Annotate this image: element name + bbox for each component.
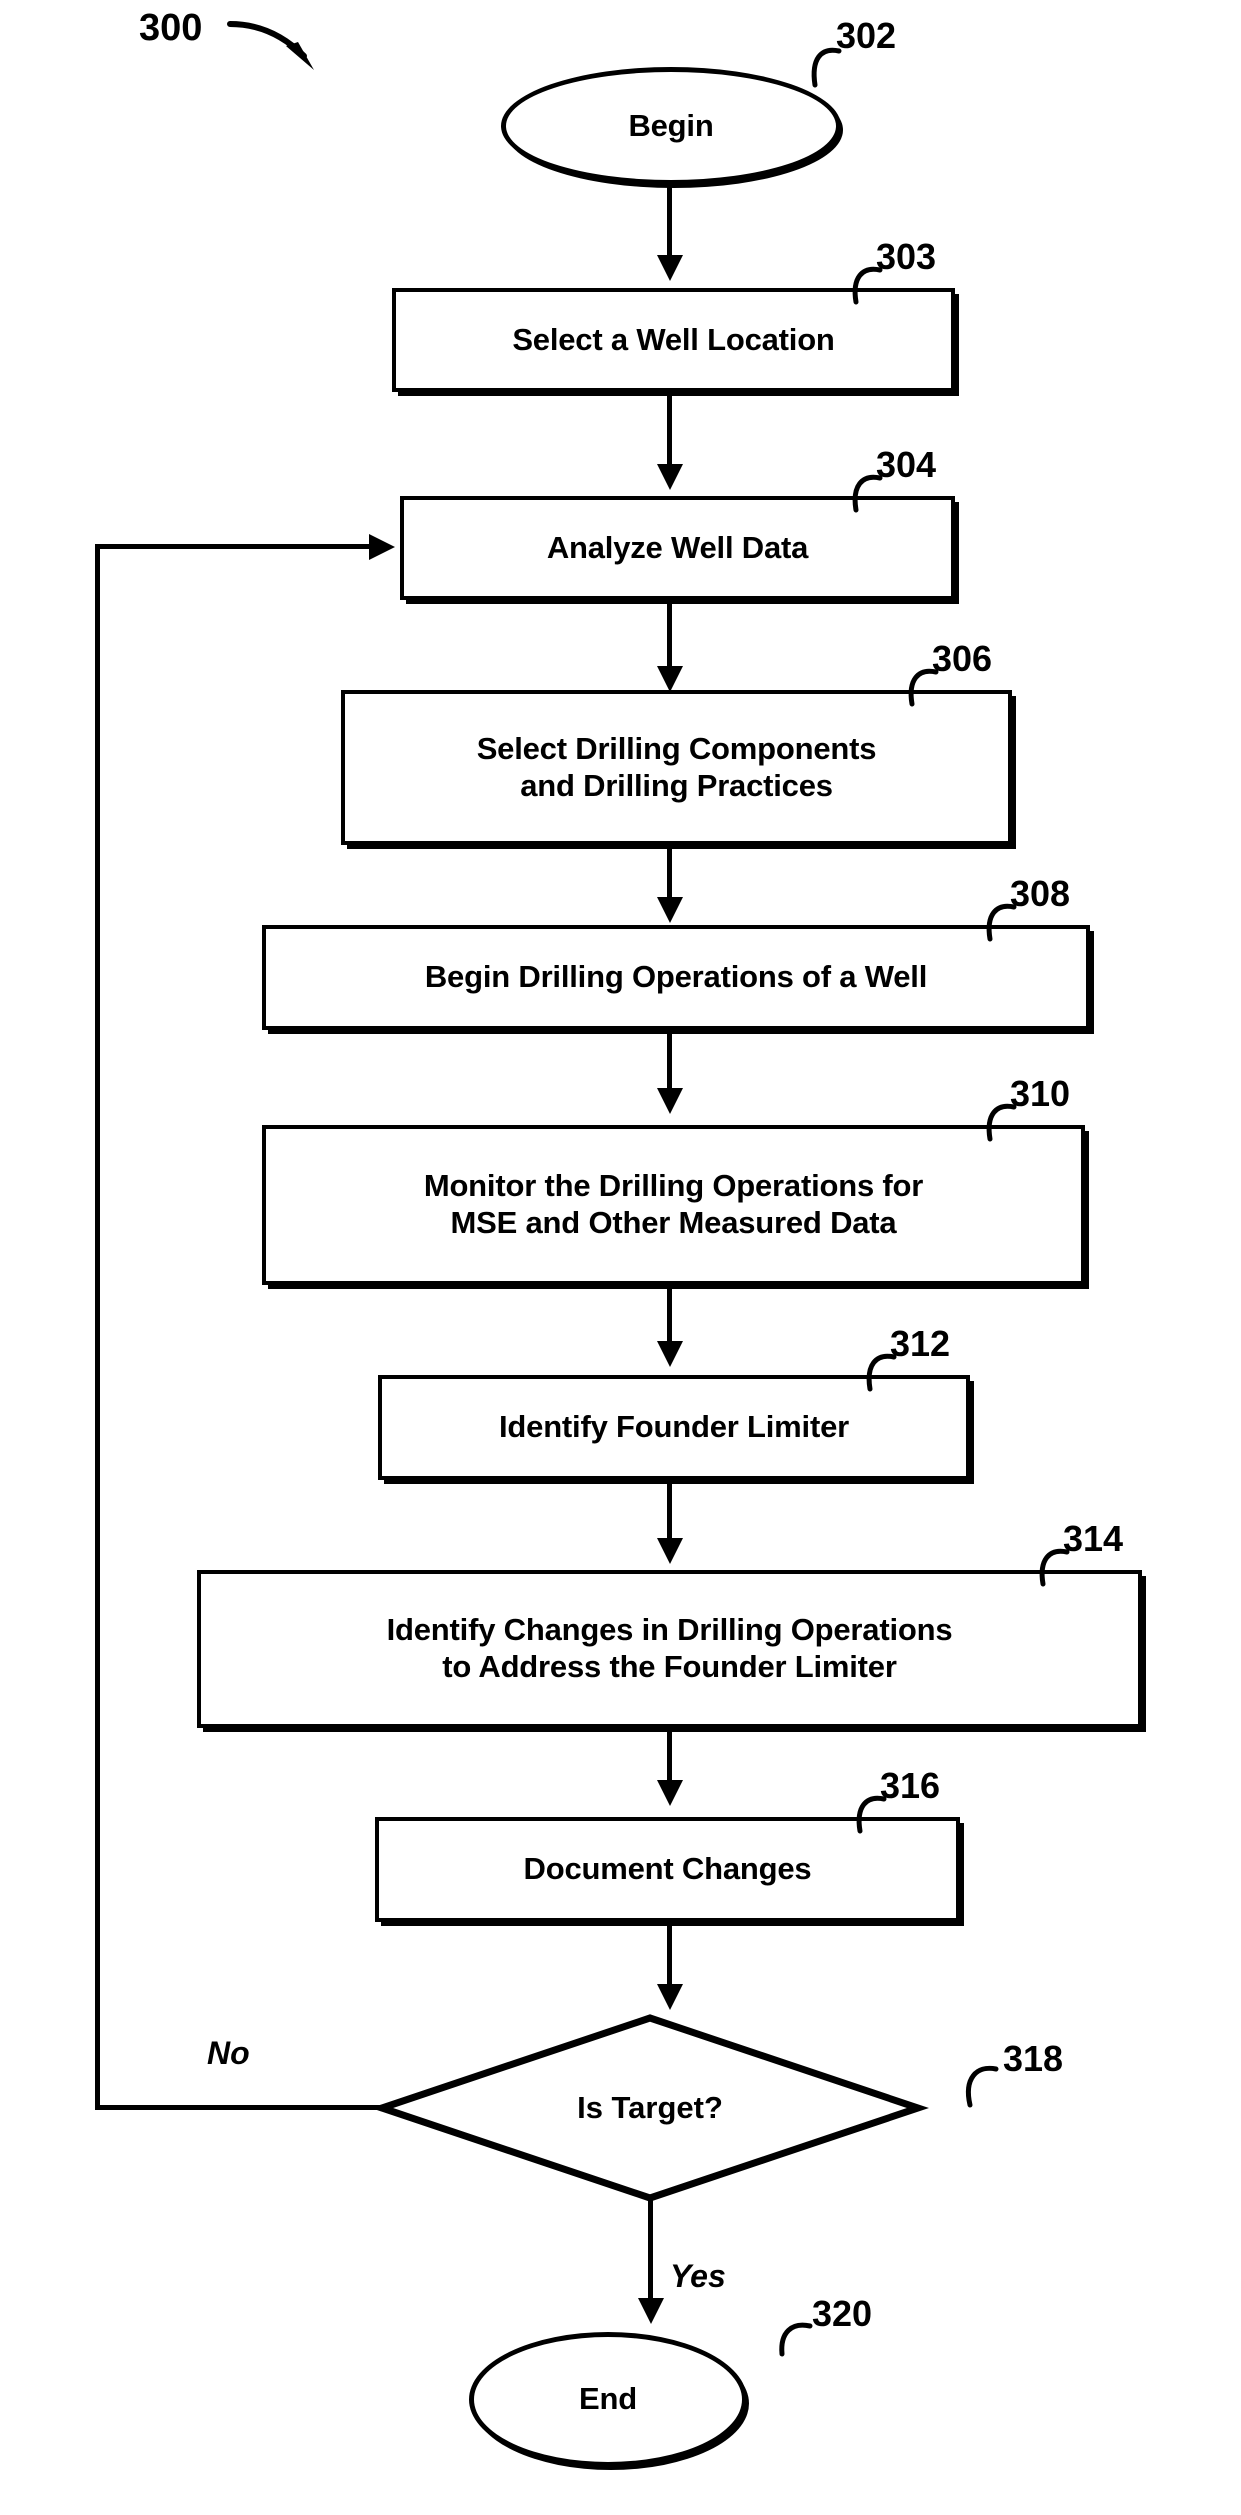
arrowhead-304-306-icon: [657, 666, 683, 692]
node-304-label: Analyze Well Data: [546, 529, 809, 565]
node-310-label-line2: MSE and Other Measured Data: [450, 1205, 897, 1240]
branch-label-no: No: [207, 2035, 250, 2071]
ref-310-leader-icon: [972, 1101, 1030, 1145]
arrowhead-316-318-icon: [657, 1984, 683, 2010]
node-end-label: End: [579, 2381, 637, 2417]
ref-312-leader-icon: [852, 1351, 910, 1395]
arrowhead-308-310-icon: [657, 1088, 683, 1114]
ref-318: 318: [1003, 2038, 1064, 2079]
connector-304-306: [667, 600, 672, 672]
node-312-label: Identify Founder Limiter: [499, 1409, 849, 1445]
arrowhead-303-304-icon: [657, 464, 683, 490]
node-310-label-line1: Monitor the Drilling Operations for: [423, 1168, 924, 1204]
connector-no-horizontal-bottom: [95, 2105, 385, 2110]
arrowhead-no-into-304-icon: [369, 534, 395, 560]
connector-314-316: [667, 1728, 672, 1786]
connector-310-312: [667, 1285, 672, 1347]
node-monitor-drilling-operations[interactable]: Monitor the Drilling Operations for MSE …: [262, 1125, 1085, 1285]
node-303-label: Select a Well Location: [512, 321, 835, 357]
figure-lead-arrow-icon: [227, 18, 338, 78]
ref-308-leader-icon: [972, 901, 1030, 945]
connector-306-308: [667, 845, 672, 903]
ref-304-leader-icon: [838, 472, 896, 516]
arrowhead-312-314-icon: [657, 1538, 683, 1564]
connector-no-vertical-rail: [95, 544, 100, 2110]
arrowhead-306-308-icon: [657, 897, 683, 923]
node-306-label-line1: Select Drilling Components: [476, 730, 877, 766]
ref-316-leader-icon: [842, 1793, 900, 1837]
connector-302-303: [667, 183, 672, 261]
flowchart-canvas: 300 Begin 302 Select a Well Location 303…: [0, 0, 1241, 2515]
ref-302-leader-icon: [795, 45, 855, 91]
node-end[interactable]: End: [469, 2332, 747, 2467]
branch-label-yes: Yes: [670, 2258, 726, 2294]
arrowhead-yes-into-320-icon: [638, 2298, 664, 2324]
connector-316-318: [667, 1922, 672, 1990]
ref-318-leader-icon: [948, 2063, 1010, 2111]
ref-303-leader-icon: [838, 264, 896, 308]
arrowhead-310-312-icon: [657, 1341, 683, 1367]
connector-yes-vertical: [648, 2196, 653, 2304]
figure-number-300: 300: [139, 7, 203, 49]
connector-no-horizontal-top: [95, 544, 375, 549]
node-begin[interactable]: Begin: [501, 67, 841, 185]
node-314-label-line2: to Address the Founder Limiter: [442, 1649, 897, 1684]
ref-320-leader-icon: [766, 2320, 824, 2362]
arrowhead-302-303-icon: [657, 255, 683, 281]
node-identify-changes[interactable]: Identify Changes in Drilling Operations …: [197, 1570, 1142, 1728]
node-begin-drilling-operations[interactable]: Begin Drilling Operations of a Well: [262, 925, 1090, 1030]
ref-314-leader-icon: [1025, 1546, 1083, 1590]
connector-308-310: [667, 1030, 672, 1094]
connector-303-304: [667, 392, 672, 470]
node-is-target[interactable]: Is Target?: [371, 2014, 929, 2202]
node-select-drilling-components[interactable]: Select Drilling Components and Drilling …: [341, 690, 1012, 845]
node-306-label-line2: and Drilling Practices: [520, 767, 833, 803]
node-314-label-line1: Identify Changes in Drilling Operations: [386, 1612, 953, 1648]
node-316-label: Document Changes: [523, 1851, 812, 1887]
ref-306-leader-icon: [894, 666, 952, 710]
arrowhead-314-316-icon: [657, 1780, 683, 1806]
connector-312-314: [667, 1480, 672, 1544]
node-begin-label: Begin: [628, 107, 714, 143]
node-308-label: Begin Drilling Operations of a Well: [424, 959, 928, 995]
